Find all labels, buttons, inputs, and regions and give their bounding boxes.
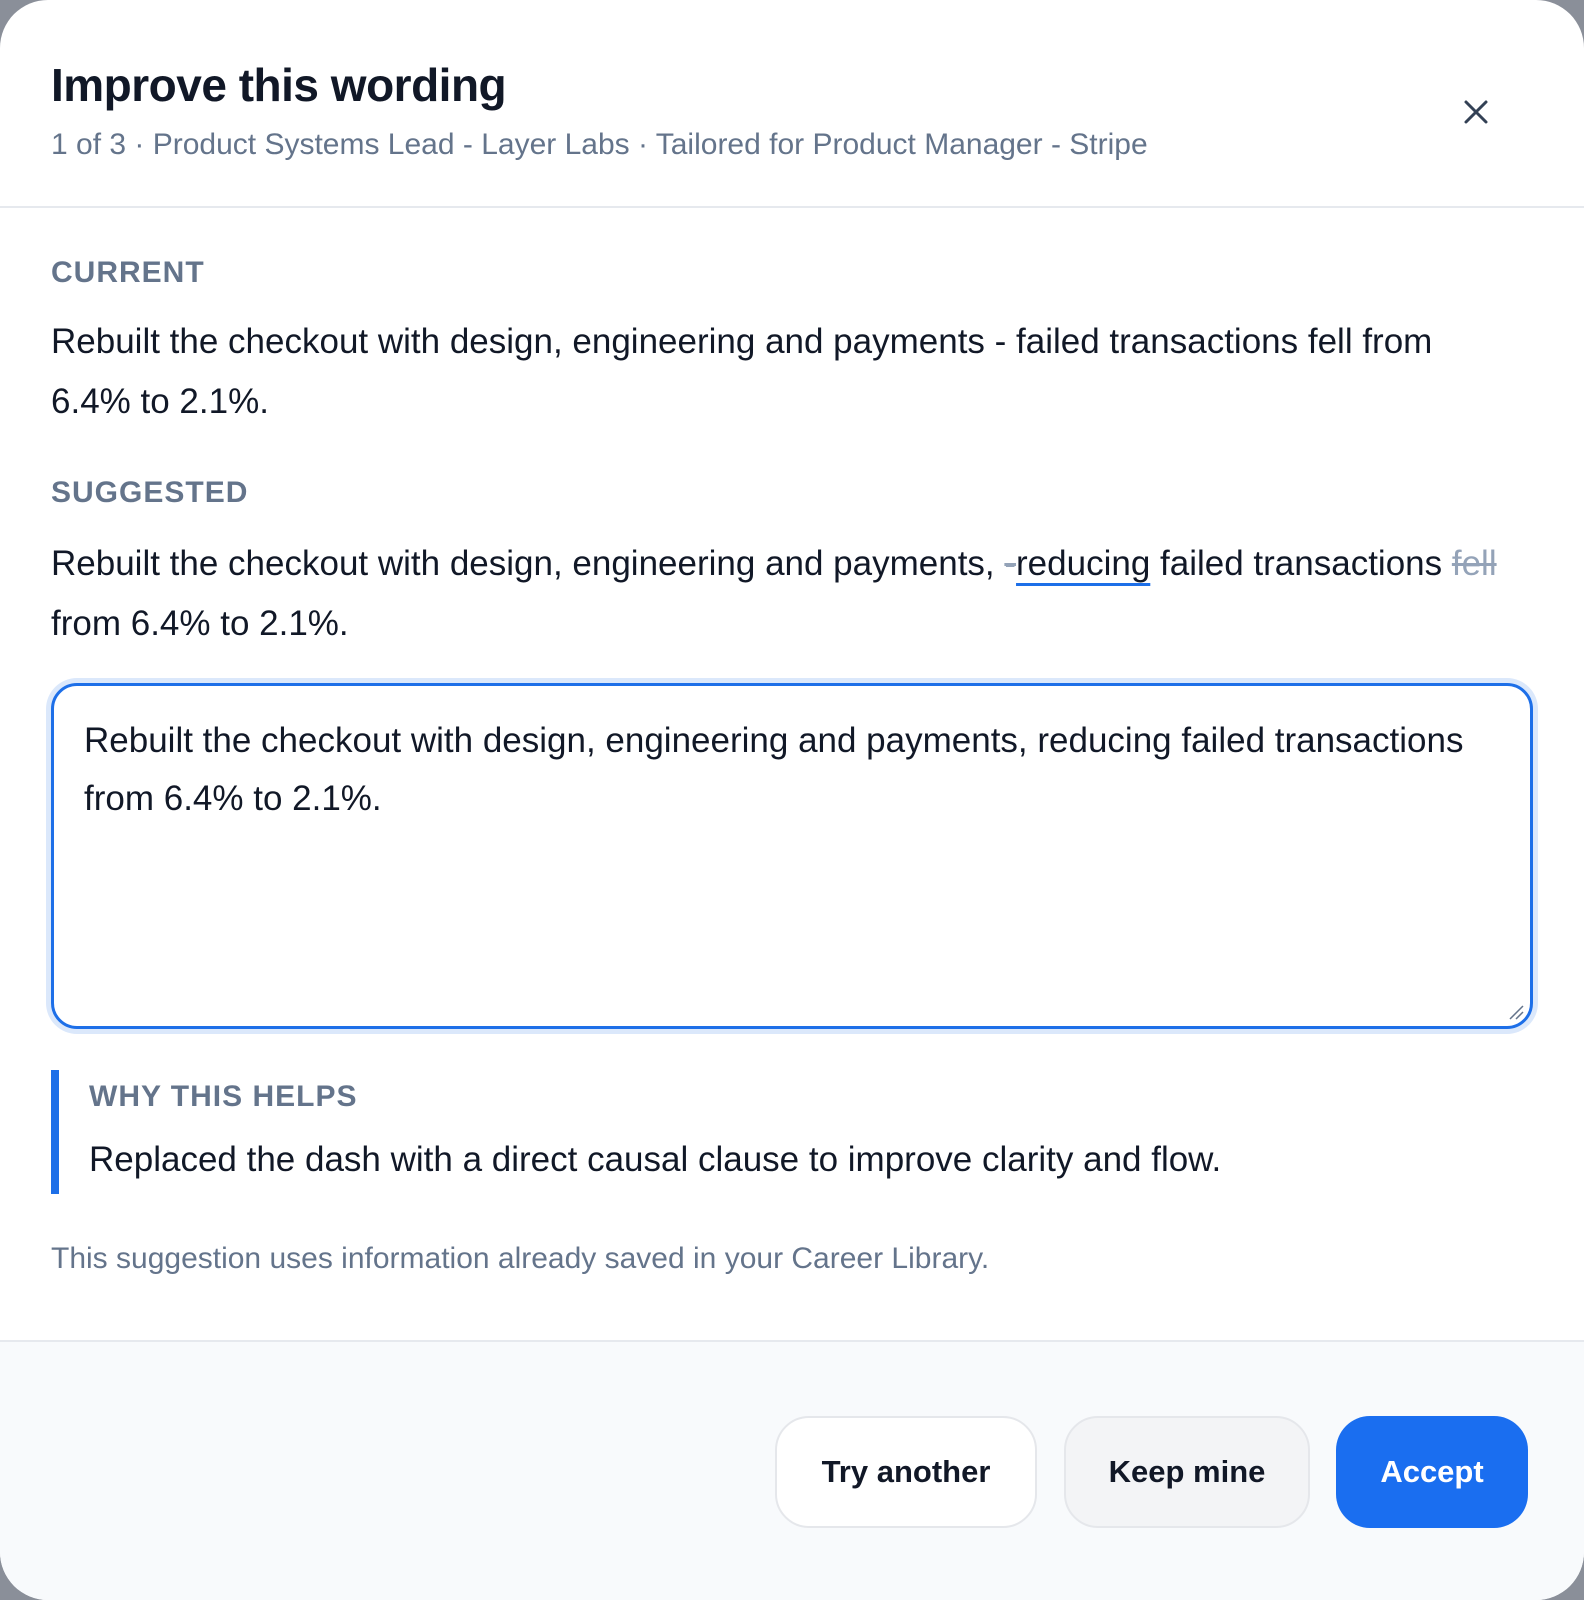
suggestion-editor[interactable]: Rebuilt the checkout with design, engine… xyxy=(51,683,1533,1029)
resize-handle-icon[interactable] xyxy=(1506,1002,1524,1020)
dialog-header: Improve this wording 1 of 3 · Product Sy… xyxy=(0,0,1584,208)
career-library-note: This suggestion uses information already… xyxy=(51,1242,990,1275)
try-another-button[interactable]: Try another xyxy=(775,1416,1037,1528)
keep-mine-button[interactable]: Keep mine xyxy=(1064,1416,1310,1528)
dialog-footer: Try another Keep mine Accept xyxy=(0,1340,1584,1600)
why-label: WHY THIS HELPS xyxy=(89,1080,358,1113)
dialog-subtitle: 1 of 3 · Product Systems Lead - Layer La… xyxy=(51,128,1148,161)
editor-text[interactable]: Rebuilt the checkout with design, engine… xyxy=(84,712,1500,828)
why-text: Replaced the dash with a direct causal c… xyxy=(89,1140,1222,1179)
suggested-unchanged: Rebuilt the checkout with design, engine… xyxy=(51,544,1005,583)
suggested-text: Rebuilt the checkout with design, engine… xyxy=(51,534,1521,654)
current-text: Rebuilt the checkout with design, engine… xyxy=(51,322,1433,421)
inserted-word: reducing xyxy=(1016,544,1151,583)
close-icon xyxy=(1464,100,1488,124)
why-this-helps: WHY THIS HELPS Replaced the dash with a … xyxy=(51,1070,1501,1194)
removed-dash: - xyxy=(1004,544,1017,583)
improve-wording-dialog: Improve this wording 1 of 3 · Product Sy… xyxy=(0,0,1584,1600)
suggested-label: SUGGESTED xyxy=(51,476,249,509)
suggested-unchanged: failed transactions xyxy=(1150,544,1452,583)
dialog-title: Improve this wording xyxy=(51,59,507,111)
dialog-body: CURRENT Rebuilt the checkout with design… xyxy=(0,208,1584,1340)
current-label: CURRENT xyxy=(51,256,205,289)
accept-button[interactable]: Accept xyxy=(1336,1416,1528,1528)
suggested-unchanged: from 6.4% to 2.1%. xyxy=(51,604,349,643)
close-button[interactable] xyxy=(1452,88,1500,136)
removed-word: fell xyxy=(1451,544,1497,583)
